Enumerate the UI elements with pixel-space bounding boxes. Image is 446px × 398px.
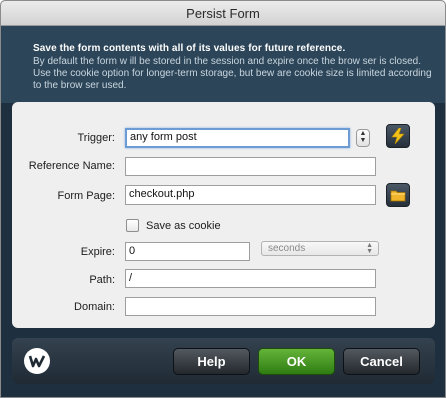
expire-unit-select[interactable]: seconds ▲ ▼	[261, 241, 379, 256]
folder-icon	[390, 190, 406, 201]
trigger-action-button[interactable]	[386, 124, 410, 148]
persist-form-dialog: Persist Form Save the form contents with…	[0, 0, 446, 398]
path-input[interactable]: /	[125, 269, 376, 288]
reference-name-input[interactable]	[125, 157, 376, 176]
button-bar: Help OK Cancel	[12, 338, 435, 384]
expire-unit-value: seconds	[268, 243, 306, 254]
expire-input[interactable]: 0	[125, 242, 250, 261]
save-as-cookie-label: Save as cookie	[146, 220, 221, 232]
trigger-stepper[interactable]: ▲ ▼	[356, 129, 370, 147]
banner-headline: Save the form contents with all of its v…	[33, 43, 346, 54]
stepper-arrows-icon: ▲ ▼	[359, 130, 367, 144]
domain-label: Domain:	[74, 301, 115, 313]
path-label: Path:	[89, 274, 115, 286]
reference-name-label: Reference Name:	[28, 160, 115, 172]
expire-label: Expire:	[80, 246, 115, 258]
browse-button[interactable]	[386, 183, 410, 207]
cancel-button[interactable]: Cancel	[343, 348, 420, 375]
trigger-input[interactable]: any form post	[125, 128, 350, 148]
trigger-label: Trigger:	[77, 132, 116, 144]
help-button[interactable]: Help	[173, 348, 250, 375]
ok-button[interactable]: OK	[258, 348, 335, 375]
info-banner: Save the form contents with all of its v…	[1, 26, 445, 103]
form-page-label: Form Page:	[57, 190, 115, 202]
app-logo-icon	[24, 348, 50, 374]
select-arrows-icon: ▲ ▼	[366, 242, 373, 255]
lightning-icon	[391, 128, 405, 144]
save-as-cookie-checkbox[interactable]	[126, 219, 139, 232]
banner-description: By default the form w ill be stored in t…	[33, 56, 432, 91]
domain-input[interactable]	[125, 297, 376, 316]
window-title: Persist Form	[1, 1, 445, 26]
form-page-input[interactable]: checkout.php	[125, 185, 376, 205]
